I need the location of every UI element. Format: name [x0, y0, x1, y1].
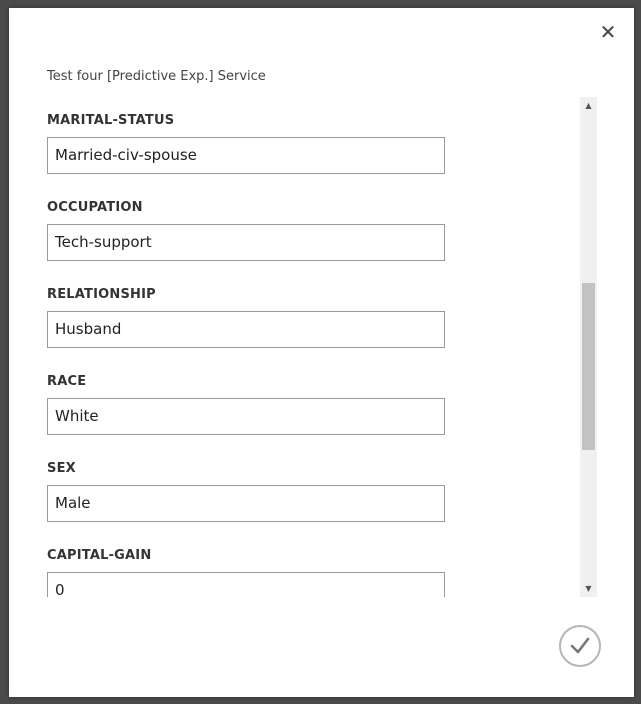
- confirm-button[interactable]: [559, 625, 601, 667]
- checkmark-icon: [570, 637, 590, 654]
- close-icon[interactable]: ✕: [596, 20, 620, 44]
- field-label: SEX: [47, 461, 76, 476]
- field-label: RELATIONSHIP: [47, 287, 156, 302]
- field-label: CAPITAL-GAIN: [47, 548, 152, 563]
- occupation-input[interactable]: Tech-support: [47, 224, 445, 261]
- field-marital-status: MARITAL-STATUS Married-civ-spouse: [47, 105, 597, 192]
- field-label: RACE: [47, 374, 87, 389]
- scroll-down-arrow-icon[interactable]: ▼: [580, 580, 597, 597]
- vertical-scrollbar[interactable]: ▲ ▼: [580, 97, 597, 597]
- dialog-title: Test four [Predictive Exp.] Service: [47, 69, 266, 84]
- relationship-input[interactable]: Husband: [47, 311, 445, 348]
- field-label: MARITAL-STATUS: [47, 113, 175, 128]
- scroll-thumb[interactable]: [582, 283, 595, 450]
- capital-gain-input[interactable]: 0: [47, 572, 445, 597]
- fields-scroll-area[interactable]: MARITAL-STATUS Married-civ-spouse OCCUPA…: [47, 105, 597, 597]
- predictive-service-dialog: ✕ Test four [Predictive Exp.] Service MA…: [9, 8, 634, 697]
- field-race: RACE White: [47, 366, 597, 453]
- field-occupation: OCCUPATION Tech-support: [47, 192, 597, 279]
- marital-status-input[interactable]: Married-civ-spouse: [47, 137, 445, 174]
- field-label: OCCUPATION: [47, 200, 143, 215]
- field-relationship: RELATIONSHIP Husband: [47, 279, 597, 366]
- scroll-up-arrow-icon[interactable]: ▲: [580, 97, 597, 114]
- sex-input[interactable]: Male: [47, 485, 445, 522]
- field-sex: SEX Male: [47, 453, 597, 540]
- race-input[interactable]: White: [47, 398, 445, 435]
- field-capital-gain: CAPITAL-GAIN 0: [47, 540, 597, 597]
